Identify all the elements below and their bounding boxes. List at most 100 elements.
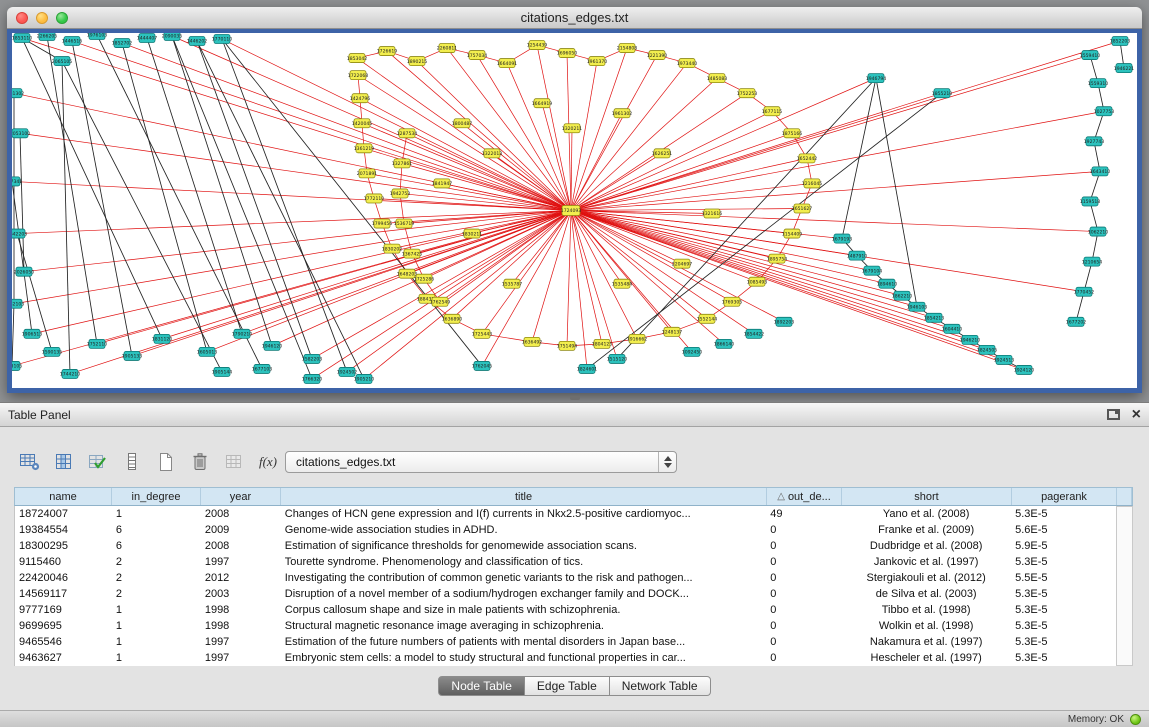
graph-node[interactable]: 1727341 (12, 177, 22, 186)
table-settings-icon[interactable] (16, 449, 44, 475)
graph-node[interactable]: 1248137 (662, 327, 683, 336)
graph-node[interactable]: 1905133 (122, 351, 143, 360)
table-row[interactable]: 2242004622012Investigating the contribut… (15, 570, 1116, 586)
graph-node[interactable]: 1651627 (792, 204, 813, 213)
graph-node[interactable]: 1536719 (394, 219, 415, 228)
graph-node[interactable]: 1853042 (347, 54, 368, 63)
graph-node[interactable]: 1604410 (942, 324, 963, 333)
tab-edge-table[interactable]: Edge Table (525, 676, 610, 696)
graph-node[interactable]: 1552144 (697, 314, 718, 323)
graph-node[interactable]: 1636890 (442, 314, 463, 323)
graph-node[interactable]: 1725286 (414, 274, 435, 283)
graph-node[interactable]: 1287534 (397, 129, 418, 138)
panel-divider-handle[interactable] (570, 396, 580, 400)
graph-node[interactable]: 1762045 (472, 361, 493, 370)
graph-node[interactable]: 1762549 (430, 297, 451, 306)
column-header-name[interactable]: name (15, 488, 112, 505)
graph-node[interactable]: 1824601 (577, 364, 598, 373)
graph-node[interactable]: 1722068 (348, 71, 369, 80)
graph-node[interactable]: 1605013 (197, 347, 218, 356)
graph-node[interactable]: 1769305 (722, 297, 743, 306)
graph-node[interactable]: 2053100 (12, 129, 30, 138)
table-row[interactable]: 946554611997Estimation of the future num… (15, 634, 1116, 650)
column-header-pagerank[interactable]: pagerank (1012, 488, 1117, 505)
graph-node[interactable]: 2260811 (437, 44, 458, 53)
graph-node[interactable]: 1420045 (352, 119, 373, 128)
graph-node[interactable]: 1446516 (62, 37, 83, 46)
table-row[interactable]: 977716911998Corpus callosum shape and si… (15, 602, 1116, 618)
graph-node[interactable]: 1852702 (112, 39, 133, 48)
graph-node[interactable]: 1831120 (152, 334, 173, 343)
graph-node[interactable]: 1664091 (497, 59, 518, 68)
graph-node[interactable]: 1535787 (502, 279, 523, 288)
graph-node[interactable]: 1931302 (12, 89, 24, 98)
graph-node[interactable]: 2266205 (37, 33, 58, 41)
graph-node[interactable]: 1664919 (532, 99, 553, 108)
graph-node[interactable]: 1824505 (977, 345, 998, 354)
graph-node[interactable]: 1830202 (382, 244, 403, 253)
graph-node[interactable]: 1636492 (522, 337, 543, 346)
graph-node[interactable]: 1724093 (561, 205, 582, 215)
graph-node[interactable]: 2065105 (52, 57, 73, 66)
graph-node[interactable]: 1642203 (12, 229, 27, 238)
graph-node[interactable]: 1976103 (87, 33, 108, 40)
graph-node[interactable]: 1866140 (714, 339, 735, 348)
graph-node[interactable]: 1906513 (22, 329, 43, 338)
graph-node[interactable]: 1752253 (737, 89, 758, 98)
table-row[interactable]: 911546021997Tourette syndrome. Phenomeno… (15, 554, 1116, 570)
graph-node[interactable]: 1367425 (402, 249, 423, 258)
graph-node[interactable]: 1946103 (907, 302, 928, 311)
graph-node[interactable]: 1961370 (587, 57, 608, 66)
row-tools-icon[interactable] (118, 449, 146, 475)
graph-node[interactable]: 1875166 (782, 129, 803, 138)
graph-node[interactable]: 1895754 (767, 254, 788, 263)
graph-node[interactable]: 1446202 (187, 37, 208, 46)
tab-network-table[interactable]: Network Table (610, 676, 711, 696)
graph-node[interactable]: 1770452 (1074, 287, 1095, 296)
graph-node[interactable]: 1772110 (364, 194, 385, 203)
graph-node[interactable]: 1515120 (607, 354, 628, 363)
graph-node[interactable]: 1424796 (350, 94, 371, 103)
graph-node[interactable]: 1159518 (1080, 197, 1101, 206)
graph-node[interactable]: 1973440 (677, 59, 698, 68)
table-row[interactable]: 1456911722003Disruption of a novel membe… (15, 586, 1116, 602)
graph-node[interactable]: 1862210 (892, 291, 913, 300)
tab-node-table[interactable]: Node Table (438, 676, 525, 696)
new-table-icon[interactable] (152, 449, 180, 475)
table-row[interactable]: 1938455462009Genome-wide association stu… (15, 522, 1116, 538)
graph-node[interactable]: 1085493 (747, 277, 768, 286)
float-panel-icon[interactable] (1107, 409, 1120, 420)
graph-node[interactable]: 1677103 (252, 364, 273, 373)
graph-node[interactable]: 1677115 (762, 107, 783, 116)
graph-node[interactable]: 1679104 (862, 266, 883, 275)
graph-node[interactable]: 1485083 (707, 74, 728, 83)
column-header-title[interactable]: title (281, 488, 767, 505)
window-titlebar[interactable]: citations_edges.txt (7, 7, 1142, 29)
graph-node[interactable]: 1852203 (1110, 37, 1131, 46)
graph-node[interactable]: 1924502 (337, 367, 358, 376)
network-graph-canvas[interactable]: 1724093185304217266191890215226081117570… (12, 33, 1137, 388)
network-table-select[interactable]: citations_edges.txt (285, 451, 677, 473)
column-header-out_de[interactable]: △out_de... (767, 488, 842, 505)
graph-node[interactable]: 1892203 (774, 317, 795, 326)
graph-node[interactable]: 1853110 (12, 34, 32, 43)
graph-node[interactable]: 1590135 (42, 347, 63, 356)
graph-node[interactable]: 1961302 (612, 109, 633, 118)
graph-node[interactable]: 1946120 (262, 341, 283, 350)
graph-node[interactable]: 1757034 (467, 51, 488, 60)
graph-node[interactable]: 1532103 (12, 299, 24, 308)
graph-node[interactable]: 1559410 (1080, 51, 1101, 60)
function-builder-icon[interactable]: f(x) (254, 449, 282, 475)
graph-node[interactable]: 2071891 (357, 169, 378, 178)
graph-node[interactable]: 1652442 (797, 154, 818, 163)
graph-node[interactable]: 1924120 (1014, 365, 1035, 374)
graph-node[interactable]: 1744210 (60, 369, 81, 378)
graph-node[interactable]: 1770110 (212, 35, 233, 44)
graph-node[interactable]: 1254439 (527, 41, 548, 50)
graph-node[interactable]: 1626251 (652, 149, 673, 158)
table-row[interactable]: 1872400712008Changes of HCN gene express… (15, 506, 1116, 522)
graph-node[interactable]: 1890215 (407, 57, 428, 66)
minimize-window-button[interactable] (36, 12, 48, 24)
graph-node[interactable]: 1946221 (1114, 64, 1135, 73)
graph-node[interactable]: 1916662 (627, 334, 648, 343)
